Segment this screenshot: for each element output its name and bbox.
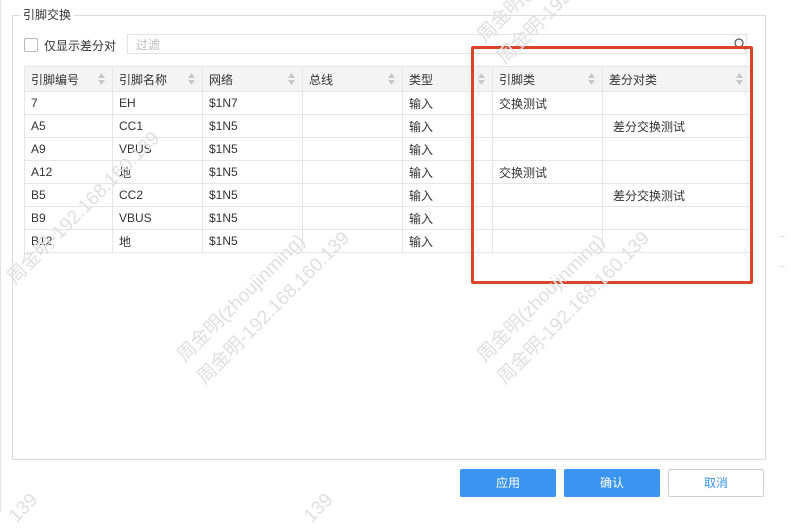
bus-cell[interactable] [302,91,403,115]
net-cell: $1N5 [202,183,303,207]
pin-name-cell: VBUS [112,206,203,230]
column-header-bus[interactable]: 总线 [302,66,403,92]
highlight-annotation-box [471,46,753,284]
net-cell: $1N5 [202,114,303,138]
column-header-pin-number[interactable]: 引脚编号 [24,66,113,92]
column-header-net[interactable]: 网络 [202,66,303,92]
pin-name-cell: EH [112,91,203,115]
bus-cell[interactable] [302,137,403,161]
bus-cell[interactable] [302,160,403,184]
sort-icon[interactable] [187,72,196,86]
column-header-pin-name[interactable]: 引脚名称 [112,66,203,92]
pin-number-cell: B5 [24,183,113,207]
show-diff-pairs-checkbox[interactable] [24,38,38,52]
sort-icon[interactable] [97,72,106,86]
watermark-fragment: 139 [5,489,43,527]
net-cell: $1N5 [202,160,303,184]
bus-cell[interactable] [302,229,403,253]
scrollbar-tick [779,236,785,237]
bus-cell[interactable] [302,206,403,230]
apply-button[interactable]: 应用 [460,469,556,497]
pin-number-cell: A9 [24,137,113,161]
bus-cell[interactable] [302,114,403,138]
bus-cell[interactable] [302,183,403,207]
pin-number-cell: 7 [24,91,113,115]
window-left-edge [0,0,1,512]
net-cell: $1N5 [202,206,303,230]
net-cell: $1N7 [202,91,303,115]
watermark-fragment: 139 [300,489,338,527]
scrollbar-tick [779,266,785,267]
pin-name-cell: 地 [112,160,203,184]
show-diff-pairs-label: 仅显示差分对 [44,39,117,53]
pin-name-cell: CC2 [112,183,203,207]
pin-number-cell: B12 [24,229,113,253]
sort-icon[interactable] [387,72,396,86]
net-cell: $1N5 [202,137,303,161]
net-cell: $1N5 [202,229,303,253]
sort-icon[interactable] [287,72,296,86]
pin-name-cell: VBUS [112,137,203,161]
cancel-button[interactable]: 取消 [668,469,764,497]
pin-number-cell: B9 [24,206,113,230]
confirm-button[interactable]: 确认 [564,469,660,497]
pin-number-cell: A12 [24,160,113,184]
pin-name-cell: CC1 [112,114,203,138]
pin-number-cell: A5 [24,114,113,138]
group-title: 引脚交换 [20,7,75,23]
pin-name-cell: 地 [112,229,203,253]
